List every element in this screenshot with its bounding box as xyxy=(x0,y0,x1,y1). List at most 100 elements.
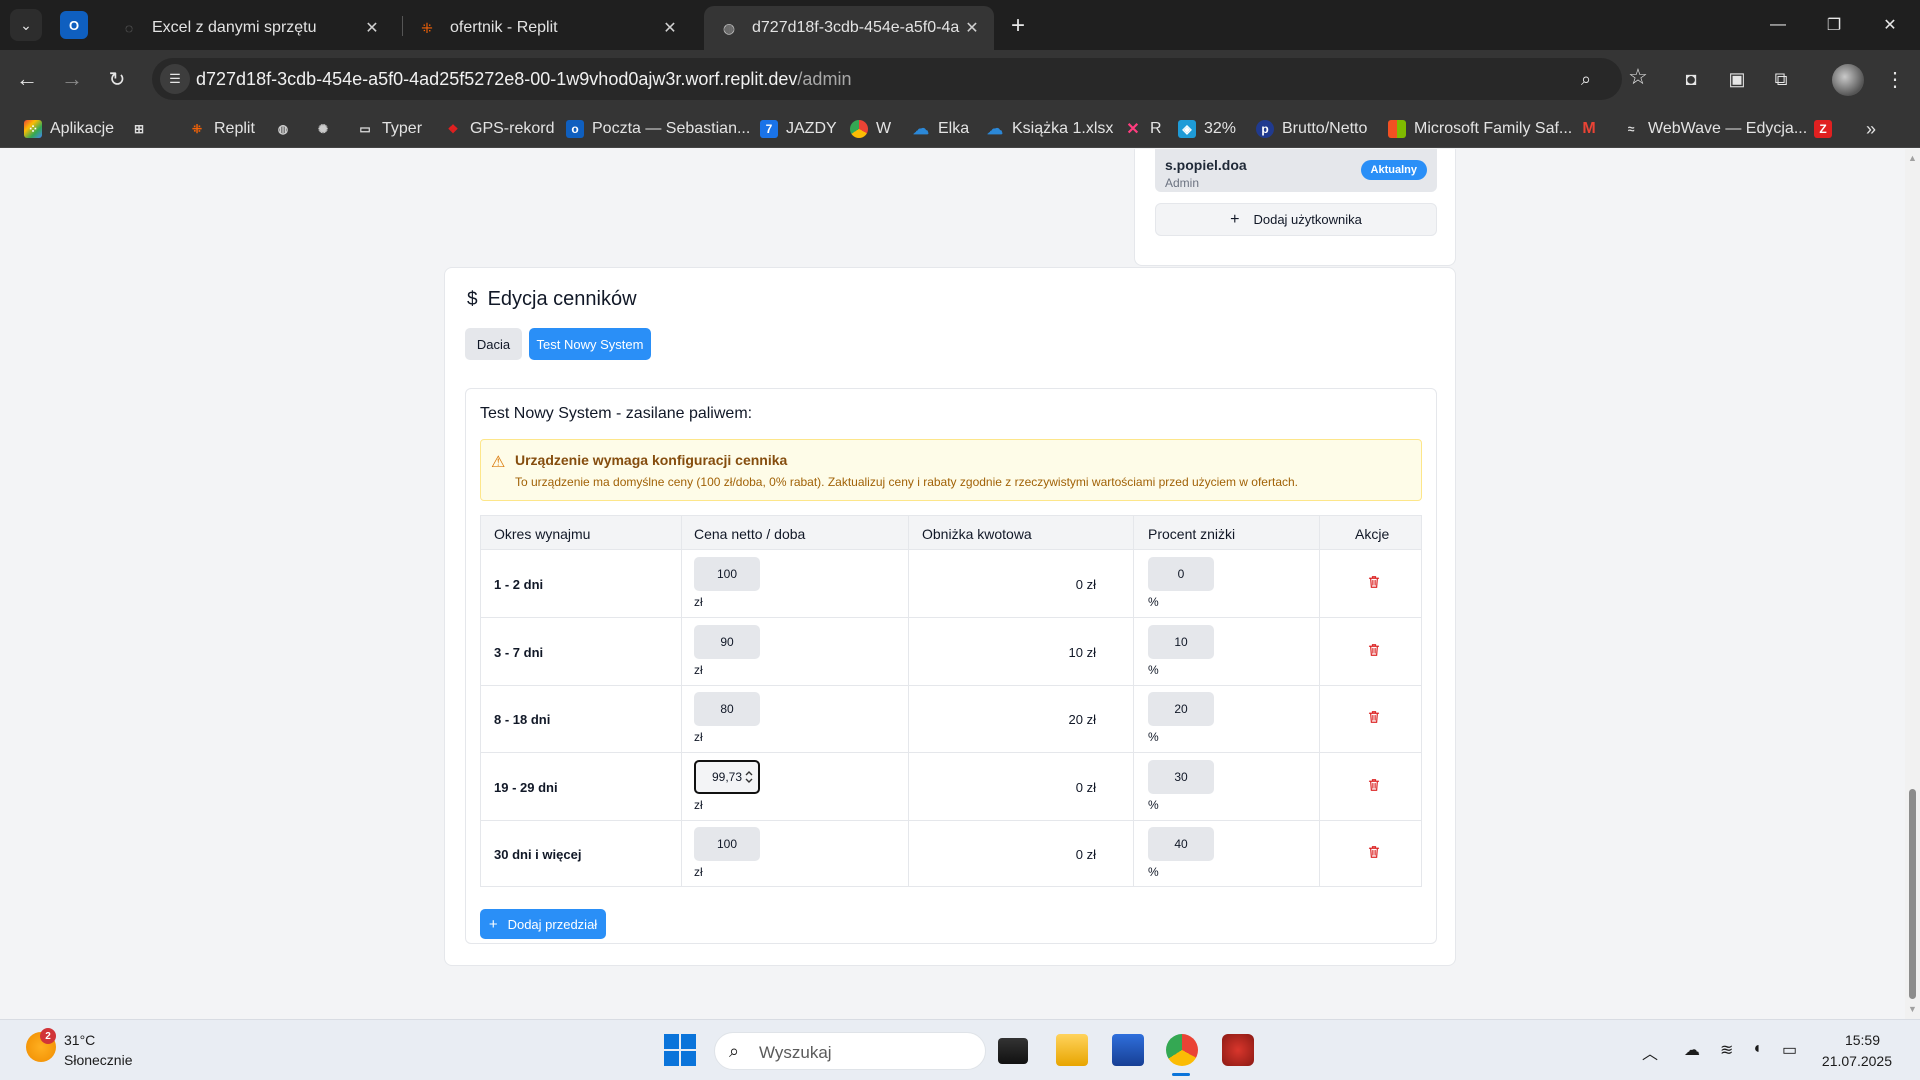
menu-kebab-icon[interactable]: ⋮ xyxy=(1880,64,1910,94)
address-bar[interactable]: ☰ d727d18f-3cdb-454e-a5f0-4ad25f5272e8-0… xyxy=(152,58,1648,100)
price-unit: zł xyxy=(694,865,703,879)
users-card: s.popiel.doa Admin Aktualny + Dodaj użyt… xyxy=(1134,149,1456,266)
back-icon[interactable]: ← xyxy=(12,64,42,94)
tab-admin-active[interactable]: ◍ d727d18f-3cdb-454e-a5f0-4ad ✕ xyxy=(704,6,994,50)
profile-avatar[interactable] xyxy=(1832,64,1864,96)
bookmark-z[interactable]: Z xyxy=(1814,118,1840,140)
column-header: Akcje xyxy=(1355,526,1390,542)
extensions-icon[interactable]: ⧉ xyxy=(1766,64,1796,94)
close-tab-icon[interactable]: ✕ xyxy=(960,16,984,40)
bookmark-elka[interactable]: ☁ Elka xyxy=(912,118,969,140)
delete-row-icon[interactable] xyxy=(1368,710,1384,728)
chrome-taskbar-icon[interactable] xyxy=(1166,1034,1198,1066)
tab-test-nowy-system[interactable]: Test Nowy System xyxy=(529,328,651,360)
delete-row-icon[interactable] xyxy=(1368,643,1384,661)
bookmark-gmail[interactable]: M xyxy=(1580,118,1606,140)
percent-input[interactable] xyxy=(1148,692,1214,726)
site-settings-icon[interactable]: ☰ xyxy=(160,64,190,94)
price-input[interactable] xyxy=(694,827,760,861)
percent-input[interactable] xyxy=(1148,759,1214,794)
price-input[interactable] xyxy=(694,692,760,726)
add-range-button[interactable]: + Dodaj przedział xyxy=(480,909,606,939)
bookmark-globe[interactable]: ◍ xyxy=(274,118,300,140)
bookmark-typer[interactable]: ▭ Typer xyxy=(356,118,422,140)
r-icon: ✕ xyxy=(1126,121,1140,138)
tab-dacia[interactable]: Dacia xyxy=(465,328,522,360)
bookmark-32[interactable]: ◈ 32% xyxy=(1178,118,1236,140)
bookmark-microsoft[interactable]: Microsoft Family Saf... xyxy=(1388,118,1572,140)
window-close-icon[interactable]: ✕ xyxy=(1862,0,1918,50)
current-user-row[interactable]: s.popiel.doa Admin Aktualny xyxy=(1155,149,1437,192)
scroll-up-icon[interactable]: ▲ xyxy=(1908,153,1917,163)
price-input[interactable] xyxy=(694,624,760,659)
plus-icon: + xyxy=(1230,210,1240,228)
bookmark-openai[interactable]: ✺ xyxy=(314,118,340,140)
screenshot-icon[interactable]: ◘ xyxy=(1676,64,1706,94)
column-header: Okres wynajmu xyxy=(494,526,591,542)
bookmark-tab-groups[interactable]: ⊞ xyxy=(130,118,156,140)
task-view-icon[interactable] xyxy=(998,1038,1028,1064)
bookmark-jazdy[interactable]: 7 JAZDY xyxy=(760,118,837,140)
app-taskbar-icon[interactable] xyxy=(1222,1034,1254,1066)
bookmark-poczta[interactable]: o Poczta — Sebastian... xyxy=(566,118,750,140)
address-url[interactable]: d727d18f-3cdb-454e-a5f0-4ad25f5272e8-00-… xyxy=(196,69,851,90)
outlook-pinned-tab-icon[interactable]: O xyxy=(60,11,88,39)
tray-overflow-icon[interactable]: ︿ xyxy=(1642,1040,1658,1064)
add-user-button[interactable]: + Dodaj użytkownika xyxy=(1155,203,1437,236)
volume-icon[interactable]: ◖ xyxy=(1752,1040,1762,1058)
cast-icon[interactable]: ▣ xyxy=(1722,64,1752,94)
more-bookmarks-icon[interactable]: » xyxy=(1866,118,1876,140)
bookmark-brutto[interactable]: p Brutto/Netto xyxy=(1256,118,1367,140)
restore-icon[interactable]: ❐ xyxy=(1806,0,1862,50)
bookmark-star-icon[interactable]: ☆ xyxy=(1626,64,1650,89)
delete-row-icon[interactable] xyxy=(1368,845,1384,863)
file-explorer-icon[interactable] xyxy=(1056,1034,1088,1066)
battery-icon[interactable]: ▭ xyxy=(1782,1040,1797,1060)
page-scrollbar[interactable]: ▲ ▼ xyxy=(1905,149,1920,1019)
delete-row-icon[interactable] xyxy=(1368,575,1384,593)
tab-replit[interactable]: ⁜ ofertnik - Replit ✕ xyxy=(402,6,692,50)
wifi-icon[interactable]: ≋ xyxy=(1720,1040,1733,1060)
scrollbar-thumb[interactable] xyxy=(1909,789,1916,999)
percent-input[interactable] xyxy=(1148,557,1214,591)
bookmark-webwave[interactable]: ≈ WebWave — Edycja... xyxy=(1622,118,1807,140)
bookmark-aplikacje[interactable]: ⁘ Aplikacje xyxy=(24,118,114,140)
rental-period: 30 dni i więcej xyxy=(494,847,582,862)
onedrive-tray-icon[interactable]: ☁ xyxy=(1684,1040,1700,1060)
admin-page: s.popiel.doa Admin Aktualny + Dodaj użyt… xyxy=(0,149,1920,1019)
price-input[interactable] xyxy=(694,557,760,591)
weather-desc[interactable]: Słonecznie xyxy=(64,1052,133,1068)
percent-input[interactable] xyxy=(1148,624,1214,659)
bookmark-w[interactable]: W xyxy=(850,118,891,140)
browser-tabstrip: ⌄ O ◌ Excel z danymi sprzętu ✕ ⁜ ofertni… xyxy=(0,0,1920,50)
scroll-down-icon[interactable]: ▼ xyxy=(1908,1004,1917,1014)
table-row: 19 - 29 dni zł 0 zł% xyxy=(481,754,1421,821)
percent-input[interactable] xyxy=(1148,827,1214,861)
clock-date[interactable]: 21.07.2025 xyxy=(1822,1053,1892,1069)
new-tab-button[interactable]: + xyxy=(1004,12,1032,40)
bookmark-replit[interactable]: ⁜ Replit xyxy=(188,118,255,140)
bookmark-gps[interactable]: ❖ GPS-rekord xyxy=(444,118,555,140)
bookmark-ksiazka[interactable]: ☁ Książka 1.xlsx xyxy=(986,118,1113,140)
weather-temp[interactable]: 31°C xyxy=(64,1032,95,1048)
start-button[interactable] xyxy=(664,1034,696,1066)
clock-time[interactable]: 15:59 xyxy=(1845,1032,1880,1048)
delete-row-icon[interactable] xyxy=(1368,778,1384,796)
minimize-icon[interactable]: — xyxy=(1750,0,1806,50)
store-icon[interactable] xyxy=(1112,1034,1144,1066)
zoom-icon[interactable]: ⌕ xyxy=(1574,67,1598,91)
tab-excel[interactable]: ◌ Excel z danymi sprzętu ✕ xyxy=(104,6,394,50)
reload-icon[interactable]: ↻ xyxy=(102,64,132,94)
close-tab-icon[interactable]: ✕ xyxy=(658,16,682,40)
close-tab-icon[interactable]: ✕ xyxy=(360,16,384,40)
taskbar-search[interactable]: ⌕ Wyszukaj xyxy=(714,1032,986,1070)
search-placeholder: Wyszukaj xyxy=(759,1043,832,1062)
openai-icon: ✺ xyxy=(317,122,329,136)
forward-icon[interactable]: → xyxy=(57,64,87,94)
device-title: Test Nowy System - zasilane paliwem: xyxy=(480,405,753,422)
price-unit: zł xyxy=(694,730,703,744)
calendar-icon: 7 xyxy=(760,120,778,138)
bookmark-r[interactable]: ✕ R xyxy=(1124,118,1161,140)
spinner-arrows-icon[interactable] xyxy=(744,768,754,786)
tab-search-icon[interactable]: ⌄ xyxy=(10,9,42,41)
